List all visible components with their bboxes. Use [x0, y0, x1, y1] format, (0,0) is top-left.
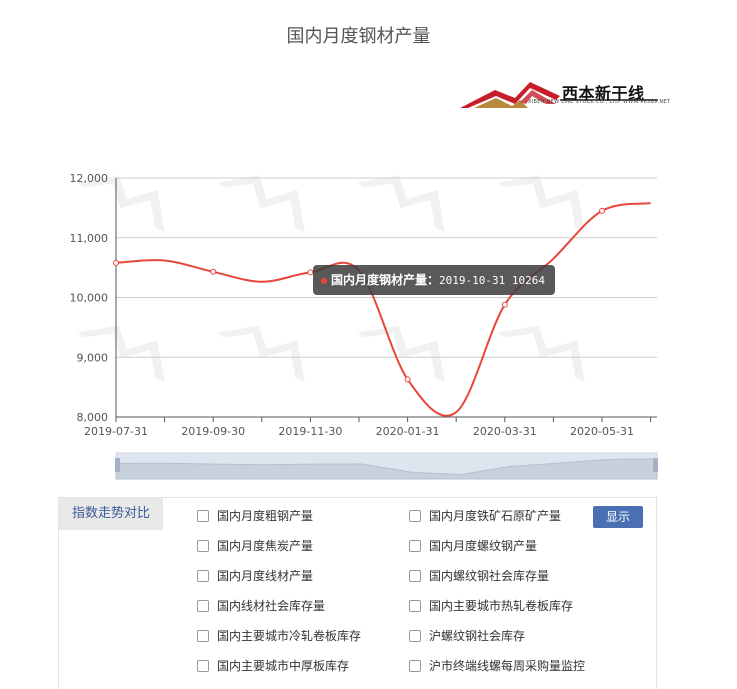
- option-checkbox[interactable]: [409, 629, 421, 642]
- watermark-shape: [357, 175, 445, 232]
- compare-option[interactable]: 沪螺纹钢社会库存: [409, 628, 525, 644]
- option-checkbox[interactable]: [409, 659, 421, 672]
- y-tick-label: 8,000: [77, 411, 109, 424]
- watermark-mark: [77, 175, 165, 232]
- option-label: 国内主要城市冷轧卷板库存: [217, 629, 362, 643]
- compare-option[interactable]: 国内月度铁矿石原矿产量: [409, 508, 561, 524]
- compare-option[interactable]: 国内主要城市热轧卷板库存: [409, 598, 573, 614]
- tooltip-series-name: 国内月度钢材产量：: [331, 273, 440, 287]
- watermark-mark: [77, 325, 165, 382]
- option-checkbox[interactable]: [409, 509, 421, 522]
- watermark-mark: [217, 175, 305, 232]
- x-tick-label: 2019-07-31: [84, 425, 148, 438]
- compare-option[interactable]: 国内月度线材产量: [197, 568, 313, 584]
- show-button[interactable]: 显示: [593, 506, 643, 528]
- compare-option[interactable]: 国内线材社会库存量: [197, 598, 325, 614]
- option-label: 国内月度铁矿石原矿产量: [429, 509, 562, 523]
- option-label: 国内月度粗钢产量: [217, 509, 314, 523]
- watermark-mark: [357, 325, 445, 382]
- option-label: 沪市终端线螺每周采购量监控: [429, 659, 586, 673]
- compare-option[interactable]: 沪市终端线螺每周采购量监控: [409, 658, 585, 674]
- option-label: 国内月度线材产量: [217, 569, 314, 583]
- option-label: 国内主要城市热轧卷板库存: [429, 599, 574, 613]
- y-tick-label: 9,000: [77, 351, 109, 364]
- watermark-shape: [497, 325, 585, 382]
- x-tick-label: 2019-09-30: [181, 425, 245, 438]
- option-checkbox[interactable]: [409, 539, 421, 552]
- option-checkbox[interactable]: [197, 509, 209, 522]
- watermark-shape: [217, 325, 305, 382]
- series-line: [115, 202, 651, 417]
- watermark-shape: [77, 325, 165, 382]
- compare-option[interactable]: 国内螺纹钢社会库存量: [409, 568, 549, 584]
- zoom-handle-left[interactable]: [115, 458, 120, 472]
- zoom-handle-right[interactable]: [653, 458, 658, 472]
- compare-option[interactable]: 国内月度粗钢产量: [197, 508, 313, 524]
- x-tick-label: 2020-01-31: [376, 425, 440, 438]
- watermark-shape: [357, 325, 445, 382]
- compare-option[interactable]: 国内月度焦炭产量: [197, 538, 313, 554]
- series-layer: [113, 202, 651, 417]
- option-label: 国内主要城市中厚板库存: [217, 659, 350, 673]
- option-checkbox[interactable]: [197, 539, 209, 552]
- option-checkbox[interactable]: [197, 569, 209, 582]
- option-label: 国内月度焦炭产量: [217, 539, 314, 553]
- compare-option[interactable]: 国内主要城市冷轧卷板库存: [197, 628, 361, 644]
- data-point[interactable]: [210, 268, 217, 275]
- option-label: 国内螺纹钢社会库存量: [429, 569, 550, 583]
- x-tick-label: 2019-11-30: [278, 425, 342, 438]
- brand-subtitle: XIBEN NEW LINE STOCK CO., LTD. WWW.96369…: [528, 99, 671, 105]
- watermark-mark: [497, 175, 585, 232]
- y-tick-label: 11,000: [70, 232, 109, 245]
- option-label: 沪螺纹钢社会库存: [429, 629, 526, 643]
- compare-option[interactable]: 国内月度螺纹钢产量: [409, 538, 537, 554]
- data-point[interactable]: [501, 301, 508, 308]
- watermark-shape: [77, 175, 165, 232]
- x-axis: 2019-07-31 2019-09-30 2019-11-30 2020-01-31…: [84, 417, 652, 438]
- option-checkbox[interactable]: [409, 599, 421, 612]
- tooltip-value: 2019-10-31 10264: [439, 274, 545, 287]
- index-compare-panel: 指数走势对比 显示 国内月度粗钢产量 国内月度铁矿石原矿产量 国内月度焦炭产量 国内月…: [58, 497, 657, 689]
- x-tick-label: 2020-05-31: [570, 425, 634, 438]
- option-checkbox[interactable]: [197, 599, 209, 612]
- data-zoom-slider[interactable]: [115, 452, 658, 480]
- data-point[interactable]: [113, 259, 119, 266]
- compare-option[interactable]: 国内主要城市中厚板库存: [197, 658, 349, 674]
- watermark-mark: [357, 175, 445, 232]
- data-point[interactable]: [599, 207, 605, 214]
- watermark-mark: [497, 325, 585, 382]
- line-chart: 8,0009,00010,00011,00012,000 2019-07-31 2…: [70, 172, 658, 480]
- option-checkbox[interactable]: [197, 659, 209, 672]
- option-checkbox[interactable]: [197, 629, 209, 642]
- y-tick-label: 10,000: [70, 292, 109, 305]
- watermark-shape: [497, 175, 585, 232]
- x-tick-label: 2020-03-31: [473, 425, 537, 438]
- watermark-mark: [217, 325, 305, 382]
- data-point[interactable]: [404, 376, 411, 383]
- chart-tooltip: 国内月度钢材产量：2019-10-31 10264: [313, 265, 555, 295]
- option-checkbox[interactable]: [409, 569, 421, 582]
- option-label: 国内月度螺纹钢产量: [429, 539, 538, 553]
- tooltip-series-dot: [321, 277, 327, 284]
- y-tick-label: 12,000: [70, 172, 109, 185]
- option-label: 国内线材社会库存量: [217, 599, 326, 613]
- chart-title: 国内月度钢材产量: [286, 26, 431, 47]
- watermark-shape: [217, 175, 305, 232]
- compare-panel-label: 指数走势对比: [59, 498, 163, 530]
- y-axis: 8,000 9,000 10,000 11,000 12,000: [70, 172, 117, 424]
